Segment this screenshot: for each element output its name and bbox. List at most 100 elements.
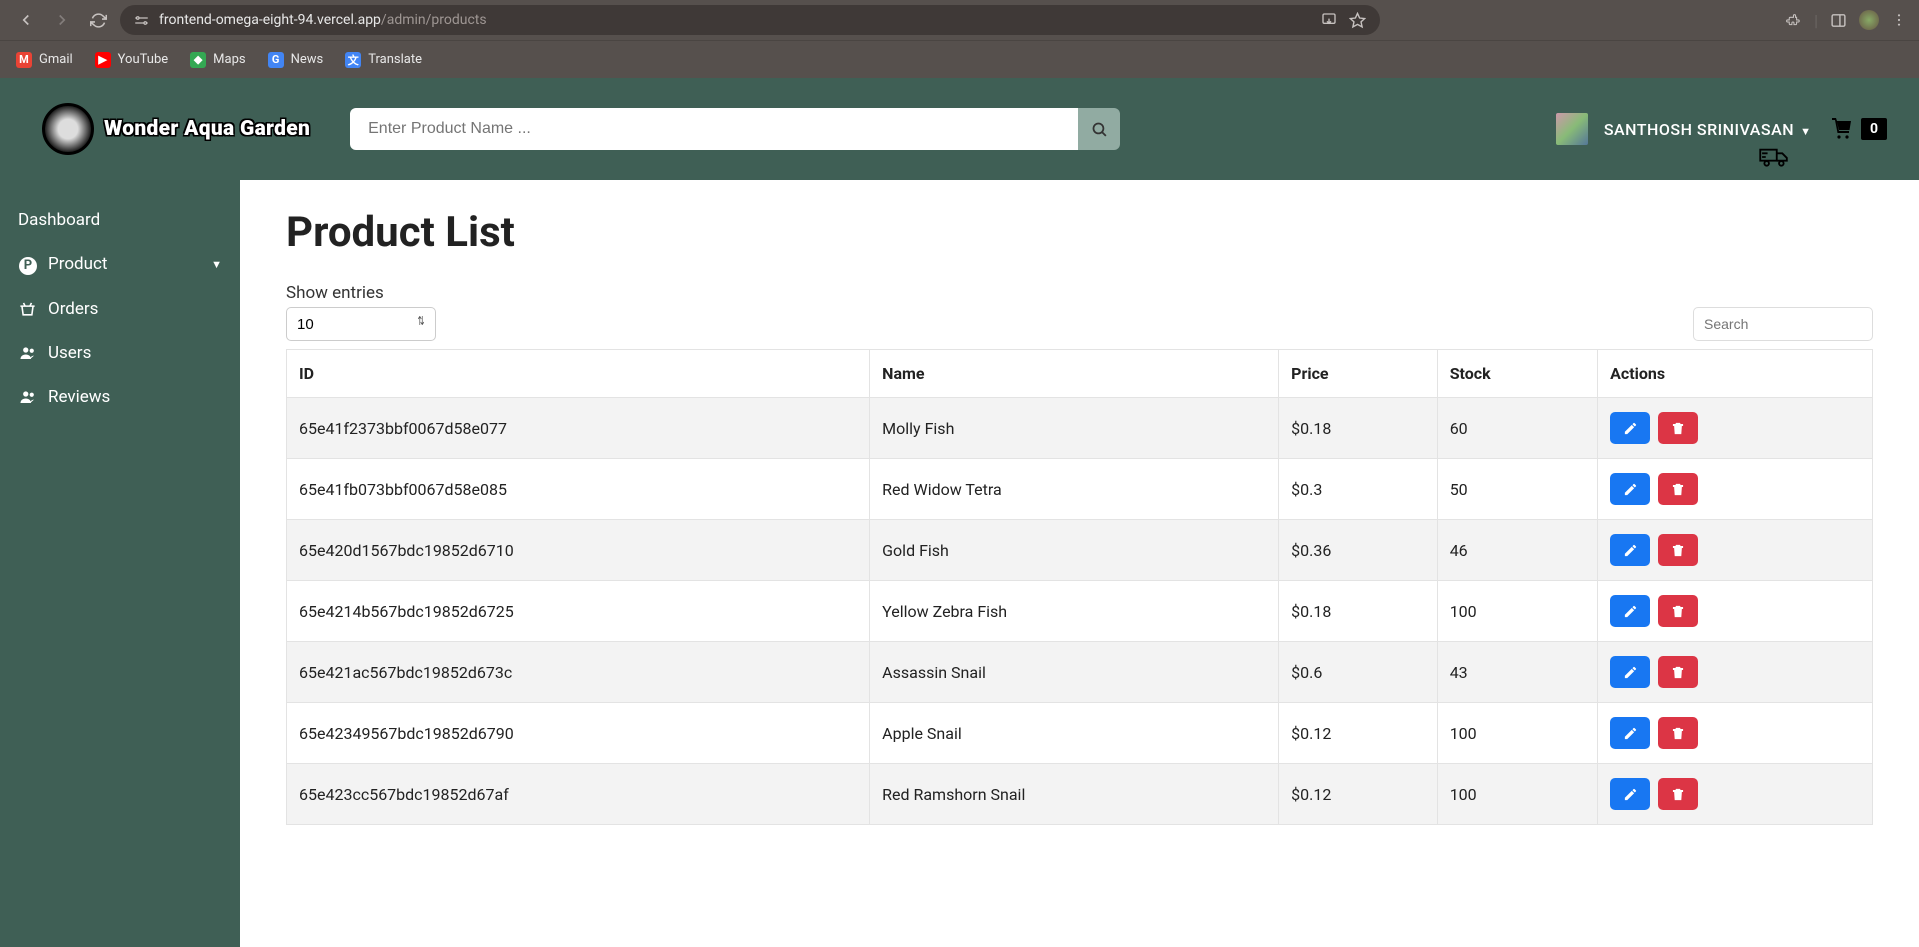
panel-icon[interactable]	[1830, 12, 1847, 29]
product-search-input[interactable]	[350, 108, 1078, 150]
bookmark-translate[interactable]: 文Translate	[345, 52, 422, 68]
product-icon: P	[18, 254, 38, 275]
cell-price: $0.36	[1279, 520, 1438, 581]
logo-icon	[42, 103, 94, 155]
url-host: frontend-omega-eight-94.vercel.app	[159, 12, 381, 28]
bookmark-maps[interactable]: ◆Maps	[190, 52, 245, 68]
delete-button[interactable]	[1658, 778, 1698, 810]
trash-icon	[1671, 482, 1685, 497]
sidebar-item-dashboard[interactable]: Dashboard	[0, 198, 240, 242]
site-settings-icon	[134, 13, 149, 28]
cell-name: Red Widow Tetra	[870, 459, 1279, 520]
edit-button[interactable]	[1610, 412, 1650, 444]
entries-select[interactable]: 10	[286, 307, 436, 341]
cell-price: $0.3	[1279, 459, 1438, 520]
table-row: 65e42349567bdc19852d6790Apple Snail$0.12…	[287, 703, 1873, 764]
trash-icon	[1671, 604, 1685, 619]
cart-button[interactable]: 0	[1827, 117, 1887, 141]
edit-button[interactable]	[1610, 778, 1650, 810]
delete-button[interactable]	[1658, 534, 1698, 566]
extensions-icon[interactable]	[1784, 11, 1802, 29]
user-menu[interactable]: SANTHOSH SRINIVASAN▼	[1604, 120, 1811, 139]
cell-stock: 100	[1437, 703, 1597, 764]
cell-name: Assassin Snail	[870, 642, 1279, 703]
search-button[interactable]	[1078, 108, 1120, 150]
col-actions: Actions	[1598, 350, 1873, 398]
cell-name: Red Ramshorn Snail	[870, 764, 1279, 825]
cell-id: 65e42349567bdc19852d6790	[287, 703, 870, 764]
sidebar-item-reviews[interactable]: Reviews	[0, 375, 240, 419]
delete-button[interactable]	[1658, 717, 1698, 749]
user-avatar[interactable]	[1556, 113, 1588, 145]
table-row: 65e4214b567bdc19852d6725Yellow Zebra Fis…	[287, 581, 1873, 642]
install-icon[interactable]	[1321, 12, 1337, 28]
cell-id: 65e420d1567bdc19852d6710	[287, 520, 870, 581]
users-icon	[18, 388, 38, 406]
basket-icon	[18, 299, 38, 318]
bookmark-star-icon[interactable]	[1349, 12, 1366, 29]
cell-id: 65e423cc567bdc19852d67af	[287, 764, 870, 825]
pencil-icon	[1623, 482, 1638, 497]
delete-button[interactable]	[1658, 656, 1698, 688]
brand-name: Wonder Aqua Garden	[104, 117, 310, 141]
chevron-down-icon: ▼	[211, 258, 222, 271]
profile-avatar[interactable]	[1859, 10, 1879, 30]
menu-dots-icon[interactable]	[1891, 12, 1907, 28]
table-row: 65e41fb073bbf0067d58e085Red Widow Tetra$…	[287, 459, 1873, 520]
cart-count-badge: 0	[1861, 118, 1887, 140]
col-name: Name	[870, 350, 1279, 398]
pencil-icon	[1623, 421, 1638, 436]
sidebar-label: Product	[48, 254, 107, 274]
address-bar[interactable]: frontend-omega-eight-94.vercel.app/admin…	[120, 5, 1380, 35]
col-stock: Stock	[1437, 350, 1597, 398]
delete-button[interactable]	[1658, 473, 1698, 505]
sidebar-item-users[interactable]: Users	[0, 331, 240, 375]
sidebar-label: Dashboard	[18, 210, 100, 230]
cell-name: Gold Fish	[870, 520, 1279, 581]
delete-button[interactable]	[1658, 595, 1698, 627]
cell-id: 65e4214b567bdc19852d6725	[287, 581, 870, 642]
sidebar-label: Orders	[48, 299, 98, 319]
pencil-icon	[1623, 665, 1638, 680]
cell-id: 65e421ac567bdc19852d673c	[287, 642, 870, 703]
delete-button[interactable]	[1658, 412, 1698, 444]
sidebar-item-orders[interactable]: Orders	[0, 287, 240, 331]
edit-button[interactable]	[1610, 473, 1650, 505]
table-search-input[interactable]	[1693, 307, 1873, 341]
cell-price: $0.6	[1279, 642, 1438, 703]
pencil-icon	[1623, 604, 1638, 619]
products-table: IDNamePriceStockActions 65e41f2373bbf006…	[286, 349, 1873, 825]
cell-name: Molly Fish	[870, 398, 1279, 459]
edit-button[interactable]	[1610, 595, 1650, 627]
sidebar-item-product[interactable]: P Product ▼	[0, 242, 240, 287]
edit-button[interactable]	[1610, 534, 1650, 566]
table-row: 65e421ac567bdc19852d673cAssassin Snail$0…	[287, 642, 1873, 703]
pencil-icon	[1623, 543, 1638, 558]
main-content: Product List Show entries 10 IDNamePrice…	[240, 180, 1919, 947]
back-button[interactable]	[12, 6, 40, 34]
page-title: Product List	[286, 208, 1873, 257]
url-path: /admin/products	[381, 12, 487, 28]
browser-toolbar: frontend-omega-eight-94.vercel.app/admin…	[0, 0, 1919, 40]
forward-button[interactable]	[48, 6, 76, 34]
table-row: 65e423cc567bdc19852d67afRed Ramshorn Sna…	[287, 764, 1873, 825]
cell-stock: 50	[1437, 459, 1597, 520]
col-price: Price	[1279, 350, 1438, 398]
cell-id: 65e41f2373bbf0067d58e077	[287, 398, 870, 459]
trash-icon	[1671, 543, 1685, 558]
bookmark-gmail[interactable]: MGmail	[16, 52, 73, 68]
cell-stock: 100	[1437, 581, 1597, 642]
bookmarks-bar: MGmail ▶YouTube ◆Maps GNews 文Translate	[0, 40, 1919, 78]
delivery-icon[interactable]	[1759, 146, 1789, 168]
cell-price: $0.12	[1279, 703, 1438, 764]
reload-button[interactable]	[84, 6, 112, 34]
bookmark-news[interactable]: GNews	[268, 52, 324, 68]
brand-logo[interactable]: Wonder Aqua Garden	[42, 103, 310, 155]
trash-icon	[1671, 787, 1685, 802]
bookmark-youtube[interactable]: ▶YouTube	[95, 52, 169, 68]
edit-button[interactable]	[1610, 656, 1650, 688]
cell-stock: 43	[1437, 642, 1597, 703]
sidebar: Dashboard P Product ▼ Orders UsersReviews	[0, 180, 240, 947]
edit-button[interactable]	[1610, 717, 1650, 749]
table-row: 65e41f2373bbf0067d58e077Molly Fish$0.186…	[287, 398, 1873, 459]
